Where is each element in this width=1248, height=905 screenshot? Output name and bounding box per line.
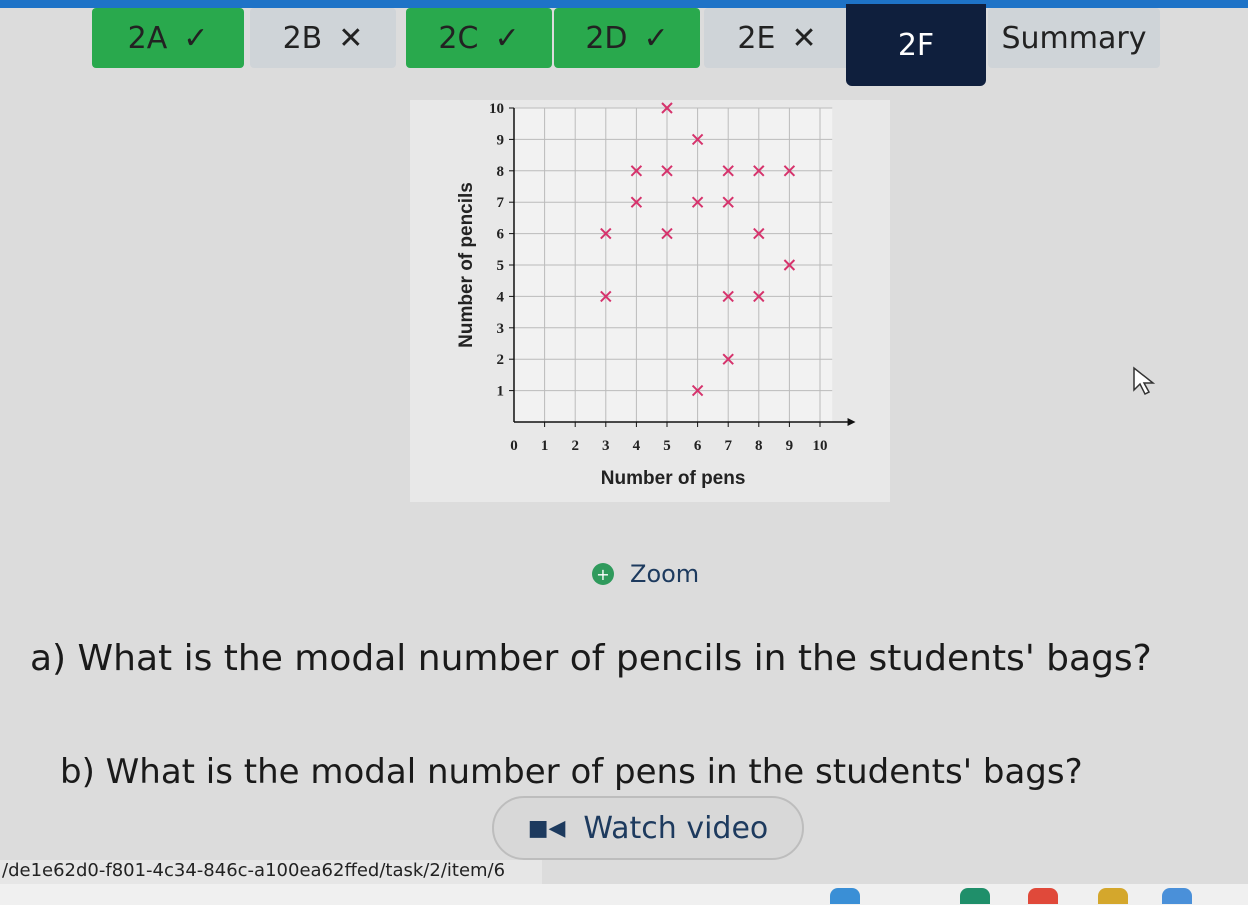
x-tick-label: 1 xyxy=(541,438,549,454)
x-tick-label: 0 xyxy=(510,438,518,454)
zoom-button[interactable]: + Zoom xyxy=(592,556,699,592)
x-tick-label: 6 xyxy=(694,438,702,454)
zoom-in-icon: + xyxy=(592,563,614,585)
x-tick-label: 5 xyxy=(663,438,671,454)
watch-video-button[interactable]: ■◀ Watch video xyxy=(492,796,804,860)
tab-summary[interactable]: Summary xyxy=(988,8,1160,68)
tab-label: 2D xyxy=(585,20,628,56)
tab-2d[interactable]: 2D ✓ xyxy=(554,8,700,68)
y-tick-label: 7 xyxy=(497,195,505,211)
check-icon: ✓ xyxy=(183,20,209,56)
cross-icon: ✕ xyxy=(791,20,817,56)
y-tick-label: 6 xyxy=(497,227,505,243)
x-tick-label: 8 xyxy=(755,438,763,454)
tab-label: 2E xyxy=(737,20,776,56)
y-tick-label: 5 xyxy=(497,258,505,274)
chrome-icon[interactable] xyxy=(1028,888,1058,904)
taskbar xyxy=(0,884,1248,905)
y-tick-label: 8 xyxy=(497,164,505,180)
zoom-label: Zoom xyxy=(630,560,700,588)
app-icon[interactable] xyxy=(830,888,860,904)
y-tick-label: 1 xyxy=(497,384,505,400)
video-camera-icon: ■◀ xyxy=(527,815,566,841)
status-url: /de1e62d0-f801-4c34-846c-a100ea62ffed/ta… xyxy=(0,860,542,884)
check-icon: ✓ xyxy=(494,20,520,56)
check-icon: ✓ xyxy=(643,20,669,56)
tab-2a[interactable]: 2A ✓ xyxy=(92,8,244,68)
x-tick-label: 2 xyxy=(571,438,579,454)
app-icon[interactable] xyxy=(1098,888,1128,904)
tab-2e[interactable]: 2E ✕ xyxy=(704,8,850,68)
mouse-pointer-icon xyxy=(1133,366,1156,396)
tab-2c[interactable]: 2C ✓ xyxy=(406,8,552,68)
question-b: b) What is the modal number of pens in t… xyxy=(60,752,1083,792)
tab-label: Summary xyxy=(1001,20,1147,56)
cross-icon: ✕ xyxy=(338,20,364,56)
y-tick-label: 10 xyxy=(489,101,504,117)
x-axis-arrow xyxy=(847,418,856,426)
y-tick-label: 4 xyxy=(497,289,505,305)
tab-label: 2A xyxy=(127,20,168,56)
y-axis-label: Number of pencils xyxy=(456,182,477,348)
chart-card: 0 1 2 3 4 5 6 7 8 9 10 1 2 3 4 5 6 7 8 9 10 Number of pens Num… xyxy=(410,100,890,502)
y-tick-label: 2 xyxy=(497,352,505,368)
x-axis-label: Number of pens xyxy=(601,468,746,489)
x-tick-label: 10 xyxy=(813,438,828,454)
tab-label: 2F xyxy=(897,27,935,63)
app-icon[interactable] xyxy=(960,888,990,904)
y-tick-label: 3 xyxy=(497,321,505,337)
x-tick-label: 9 xyxy=(786,438,794,454)
question-a: a) What is the modal number of pencils i… xyxy=(30,638,1152,679)
top-accent-bar xyxy=(0,0,1248,8)
x-tick-label: 4 xyxy=(633,438,641,454)
y-tick-label: 9 xyxy=(497,132,505,148)
tab-label: 2C xyxy=(438,20,479,56)
chrome-icon[interactable] xyxy=(1162,888,1192,904)
x-tick-label: 3 xyxy=(602,438,610,454)
tab-2f[interactable]: 2F xyxy=(846,4,986,86)
watch-video-label: Watch video xyxy=(583,810,769,846)
tab-2b[interactable]: 2B ✕ xyxy=(250,8,396,68)
tab-label: 2B xyxy=(282,20,323,56)
scatter-chart: 0 1 2 3 4 5 6 7 8 9 10 1 2 3 4 5 6 7 8 9 10 Number of pens Num… xyxy=(456,101,856,489)
x-tick-label: 7 xyxy=(724,438,732,454)
